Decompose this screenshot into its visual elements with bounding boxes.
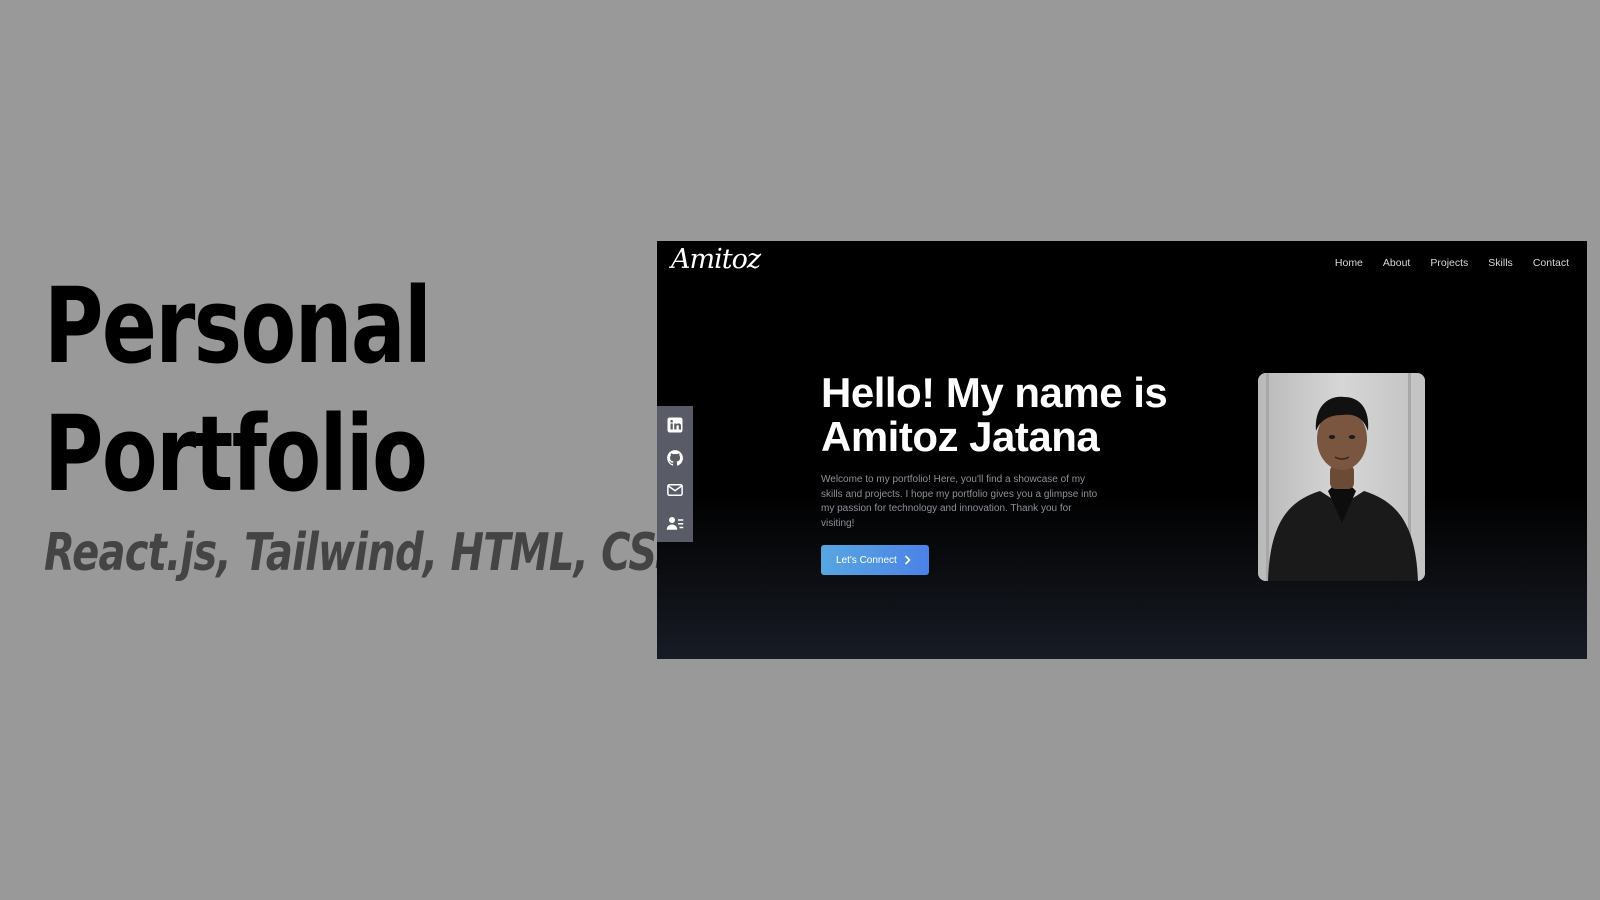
lets-connect-button[interactable]: Let's Connect (821, 545, 929, 576)
caption-title-line1: Personal (44, 265, 432, 387)
hero-title-line1: Hello! My name is (821, 369, 1168, 416)
nav-projects[interactable]: Projects (1430, 257, 1468, 269)
nav-about[interactable]: About (1383, 257, 1410, 269)
caption-subtitle: React.js, Tailwind, HTML, CSS (44, 523, 684, 583)
mail-icon[interactable] (664, 479, 686, 501)
nav-home[interactable]: Home (1335, 257, 1363, 269)
nav-contact[interactable]: Contact (1533, 257, 1569, 269)
caption: Personal Portfolio React.js, Tailwind, H… (44, 262, 684, 583)
nav-skills[interactable]: Skills (1488, 257, 1513, 269)
profile-photo (1258, 373, 1425, 581)
resume-icon[interactable] (664, 512, 686, 534)
chevron-right-icon (905, 556, 911, 565)
linkedin-icon[interactable] (664, 414, 686, 436)
nav-links: Home About Projects Skills Contact (1335, 257, 1569, 269)
cta-label: Let's Connect (836, 554, 897, 566)
hero-title-line2: Amitoz Jatana (821, 413, 1100, 460)
logo[interactable]: Amitoz (671, 244, 761, 275)
hero: Hello! My name is Amitoz Jatana Welcome … (821, 371, 1221, 576)
github-icon[interactable] (664, 447, 686, 469)
hero-intro: Welcome to my portfolio! Here, you'll fi… (821, 474, 1098, 529)
social-sidebar (657, 406, 693, 542)
caption-title: Personal Portfolio (44, 262, 512, 518)
portfolio-screenshot: Amitoz Home About Projects Skills Contac… (657, 241, 1587, 659)
hero-title: Hello! My name is Amitoz Jatana (821, 371, 1221, 459)
caption-title-line2: Portfolio (44, 393, 428, 515)
navbar: Amitoz Home About Projects Skills Contac… (657, 241, 1587, 287)
